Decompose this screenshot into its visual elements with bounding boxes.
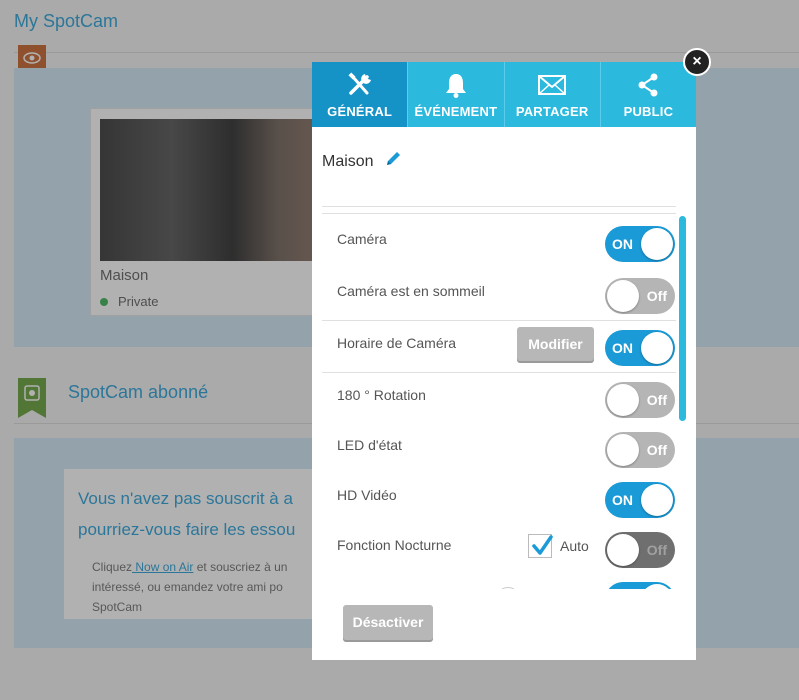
toggle-knob xyxy=(641,228,673,260)
setting-label: 180 ° Rotation xyxy=(337,387,426,403)
led-toggle[interactable]: Off xyxy=(605,432,675,468)
toggle-knob xyxy=(641,484,673,516)
deactivate-button[interactable]: Désactiver xyxy=(343,605,433,640)
toggle-state: ON xyxy=(612,236,633,252)
tab-general[interactable]: GÉNÉRAL xyxy=(312,62,408,127)
setting-label: Horaire de Caméra xyxy=(337,335,457,351)
tab-share[interactable]: PARTAGER xyxy=(503,62,600,127)
close-icon[interactable]: × xyxy=(683,48,711,76)
camera-name: Maison xyxy=(322,152,374,170)
auto-checkbox[interactable] xyxy=(528,534,553,558)
envelope-icon xyxy=(538,72,567,98)
toggle-state: Off xyxy=(646,392,667,408)
camera-settings-modal: GÉNÉRAL ÉVÉNEMENT PARTAGER PUBLIC Maison xyxy=(312,62,696,660)
partial-toggle[interactable] xyxy=(605,582,675,589)
setting-row-rotation: 180 ° Rotation Off xyxy=(322,369,676,421)
setting-row-partial xyxy=(322,569,676,589)
radio-icon[interactable] xyxy=(496,587,520,589)
divider xyxy=(322,206,676,207)
hd-video-toggle[interactable]: ON xyxy=(605,482,675,518)
auto-checkbox-label: Auto xyxy=(560,538,589,554)
toggle-knob xyxy=(607,434,639,466)
schedule-toggle[interactable]: ON xyxy=(605,330,675,366)
sleep-toggle[interactable]: Off xyxy=(605,278,675,314)
setting-label: HD Vidéo xyxy=(337,487,397,503)
setting-row-led: LED d'état Off xyxy=(322,419,676,471)
setting-row-night-mode: Fonction Nocturne Auto Off xyxy=(322,519,676,571)
setting-row-camera: Caméra ON xyxy=(322,213,676,265)
camera-toggle[interactable]: ON xyxy=(605,226,675,262)
toggle-knob xyxy=(607,384,639,416)
camera-name-row: Maison xyxy=(322,150,402,173)
setting-row-hd-video: HD Vidéo ON xyxy=(322,469,676,521)
settings-list: Caméra ON Caméra est en sommeil Off Hora… xyxy=(322,213,676,589)
night-mode-toggle[interactable]: Off xyxy=(605,532,675,568)
edit-pencil-icon[interactable] xyxy=(384,150,402,173)
toggle-knob xyxy=(641,584,673,589)
modify-schedule-button[interactable]: Modifier xyxy=(517,327,594,361)
scrollbar-thumb[interactable] xyxy=(679,216,686,421)
setting-row-sleep: Caméra est en sommeil Off xyxy=(322,265,676,317)
toggle-knob xyxy=(641,332,673,364)
auto-checkbox-group: Auto xyxy=(528,534,589,558)
tab-public[interactable]: PUBLIC xyxy=(599,62,696,127)
toggle-knob xyxy=(607,534,639,566)
bell-icon xyxy=(445,72,467,98)
toggle-state: Off xyxy=(646,542,667,558)
toggle-state: ON xyxy=(612,492,633,508)
tab-event-label: ÉVÉNEMENT xyxy=(414,104,498,119)
tab-share-label: PARTAGER xyxy=(515,104,589,119)
tab-general-label: GÉNÉRAL xyxy=(327,104,393,119)
tools-icon xyxy=(346,72,374,98)
setting-row-schedule: Horaire de Caméra Modifier ON xyxy=(322,317,676,369)
tab-event[interactable]: ÉVÉNEMENT xyxy=(407,62,504,127)
setting-label: Caméra est en sommeil xyxy=(337,283,485,299)
toggle-state: Off xyxy=(646,288,667,304)
setting-label: Fonction Nocturne xyxy=(337,537,452,553)
rotation-toggle[interactable]: Off xyxy=(605,382,675,418)
setting-label: Caméra xyxy=(337,231,387,247)
share-icon xyxy=(637,72,659,98)
tab-public-label: PUBLIC xyxy=(623,104,674,119)
toggle-knob xyxy=(607,280,639,312)
settings-tabs: GÉNÉRAL ÉVÉNEMENT PARTAGER PUBLIC xyxy=(312,62,696,127)
setting-label: LED d'état xyxy=(337,437,402,453)
toggle-state: ON xyxy=(612,340,633,356)
toggle-state: Off xyxy=(646,442,667,458)
